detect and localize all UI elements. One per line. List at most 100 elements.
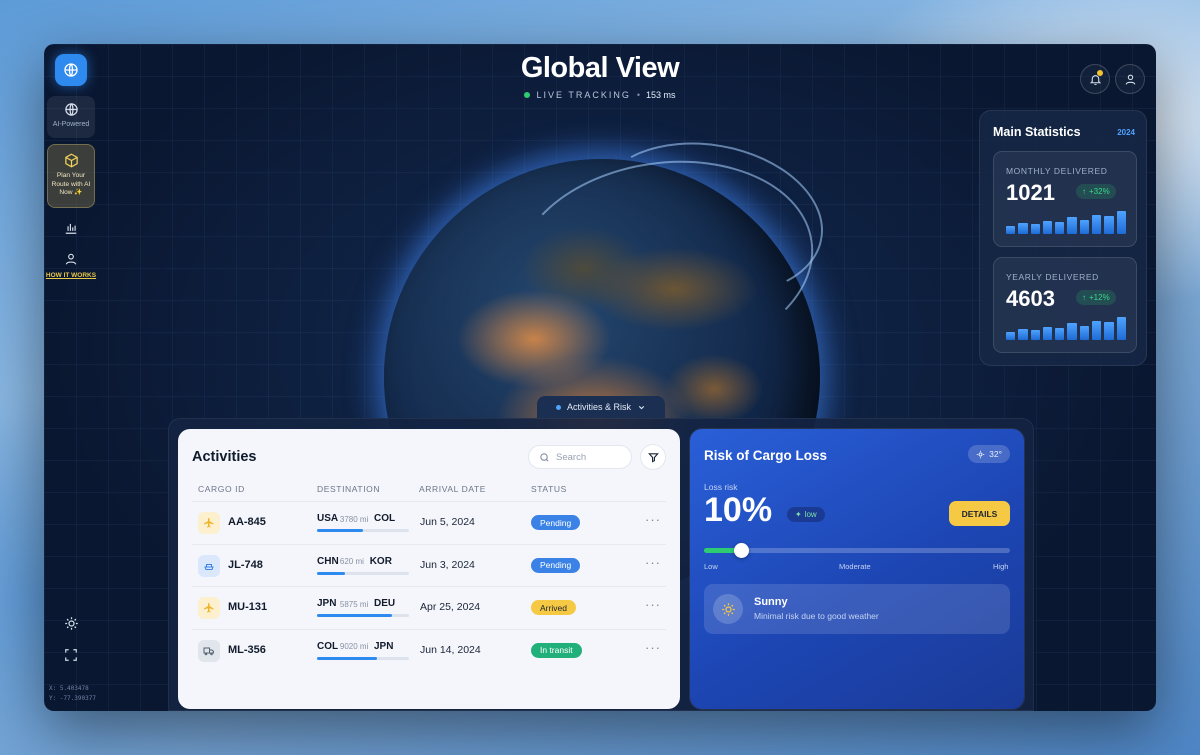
chart-button[interactable] [63,220,79,236]
plane-icon [198,512,220,534]
arrow-up-icon: ↑ [1082,187,1086,196]
sun-icon [976,450,985,458]
activities-title: Activities [192,449,257,465]
table-row[interactable]: ML-356 COL 9020 mi JPN Jun 14, 2024 In transi… [192,628,666,671]
bar [1030,330,1040,340]
fullscreen-icon [65,649,77,661]
column-header-arrival-date[interactable]: ARRIVAL DATE [419,484,486,494]
route-progress-fill [317,571,345,575]
status-badge: Pending [531,557,581,573]
more-options-button[interactable]: ··· [645,640,661,655]
live-status: LIVE TRACKING • 153 ms [44,90,1156,100]
route-progress-bar [317,571,409,575]
more-options-button[interactable]: ··· [645,512,661,527]
filter-button[interactable] [640,444,666,470]
weather-icon-wrap [713,594,743,624]
risk-title: Risk of Cargo Loss [704,448,828,463]
yearly-value: 4603 [1006,286,1055,311]
cargo-id: AA-845 [228,516,266,528]
table-row[interactable]: AA-845 USA 3780 mi COL Jun 5, 2024 Pending ··· [192,501,666,543]
search-box[interactable] [528,445,632,469]
bar [1006,331,1016,340]
coord-y: Y: -77.390377 [49,695,96,702]
details-button[interactable]: DETAILS [949,501,1010,526]
how-it-works-link[interactable]: HOW IT WORKS [44,272,98,279]
arrival-date: Apr 25, 2024 [420,601,481,613]
destination-code: DEU [374,598,396,609]
plane-icon [198,597,220,619]
risk-slider-handle[interactable] [733,543,749,558]
origin-code: JPN [317,598,337,609]
bar [1055,328,1065,340]
loss-risk-value: 10% [704,491,773,529]
sun-icon [721,602,735,616]
search-icon [540,452,549,462]
monthly-delivered-card: MONTHLY DELIVERED 1021 ↑ +32% [993,151,1137,247]
bar [1030,224,1040,234]
bar [1116,317,1126,340]
notifications-button[interactable] [1080,64,1110,94]
risk-slider[interactable] [704,543,1010,558]
monthly-value: 1021 [1006,180,1055,205]
plan-route-button[interactable]: Plan Your Route with AI Now ✨ [47,144,95,208]
cargo-id: JL-748 [228,558,263,571]
table-row[interactable]: JL-748 CHN 620 mi KOR Jun 3, 2024 Pending ··· [192,543,666,586]
distance: 9020 mi [339,642,369,651]
app-window: AI-Powered Plan Your Route with AI Now ✨… [44,44,1156,711]
bar [1079,219,1090,234]
bar [1006,225,1016,234]
page-title: Global View [520,52,680,84]
risk-of-cargo-loss-card: Risk of Cargo Loss 32° Loss risk 10% ✦ lo… [690,429,1024,709]
user-guide-button[interactable] [63,251,79,267]
route-progress-fill [317,529,363,532]
weather-title: Sunny [754,596,788,608]
tray-tab-label: Activities & Risk [566,402,631,412]
column-header-status[interactable]: STATUS [531,484,567,494]
table-row[interactable]: MU-131 JPN 5875 mi DEU Apr 25, 2024 Arrived ··… [192,586,666,628]
weather-subtitle: Minimal risk due to good weather [754,611,879,621]
bar [1018,329,1028,340]
filter-icon [647,452,659,463]
temperature-badge: 32° [968,445,1010,463]
search-input[interactable] [556,451,626,463]
bar [1092,320,1102,340]
chevron-down-icon [638,405,645,409]
profile-button[interactable] [1115,64,1145,94]
ai-powered-label: AI-Powered [52,121,90,128]
theme-toggle-button[interactable] [63,615,79,631]
yearly-label: YEARLY DELIVERED [1006,272,1099,282]
globe-icon [64,103,78,116]
bar [1104,216,1114,234]
column-header-destination[interactable]: DESTINATION [317,484,380,494]
scale-high: High [993,562,1009,571]
status-badge: Arrived [531,600,576,615]
stats-title: Main Statistics [993,125,1081,139]
bar [1067,323,1077,340]
activities-risk-toggle[interactable]: Activities & Risk [537,396,665,418]
status-dot-icon [555,404,561,410]
arrival-date: Jun 14, 2024 [420,643,481,656]
bar [1079,325,1090,340]
live-dot-icon [524,92,531,98]
more-options-button[interactable]: ··· [645,597,661,612]
destination-code: JPN [374,640,394,652]
bar [1067,217,1077,234]
route-progress-bar [317,614,409,617]
column-header-cargo-id[interactable]: CARGO ID [198,484,245,494]
status-badge: Pending [531,515,581,530]
route-progress-fill [317,656,377,660]
stats-year[interactable]: 2024 [1117,128,1135,137]
scale-moderate: Moderate [839,562,871,571]
bar [1116,211,1126,234]
monthly-change: +32% [1089,187,1110,196]
ai-powered-button[interactable]: AI-Powered [47,96,95,138]
weather-panel: Sunny Minimal risk due to good weather [704,584,1010,634]
distance: 5875 mi [339,599,369,609]
fullscreen-button[interactable] [63,647,79,663]
bar [1042,326,1053,340]
person-icon [65,253,77,265]
scale-low: Low [704,562,718,571]
more-options-button[interactable]: ··· [645,555,661,570]
distance: 620 mi [339,557,364,566]
distance: 3780 mi [339,514,369,524]
